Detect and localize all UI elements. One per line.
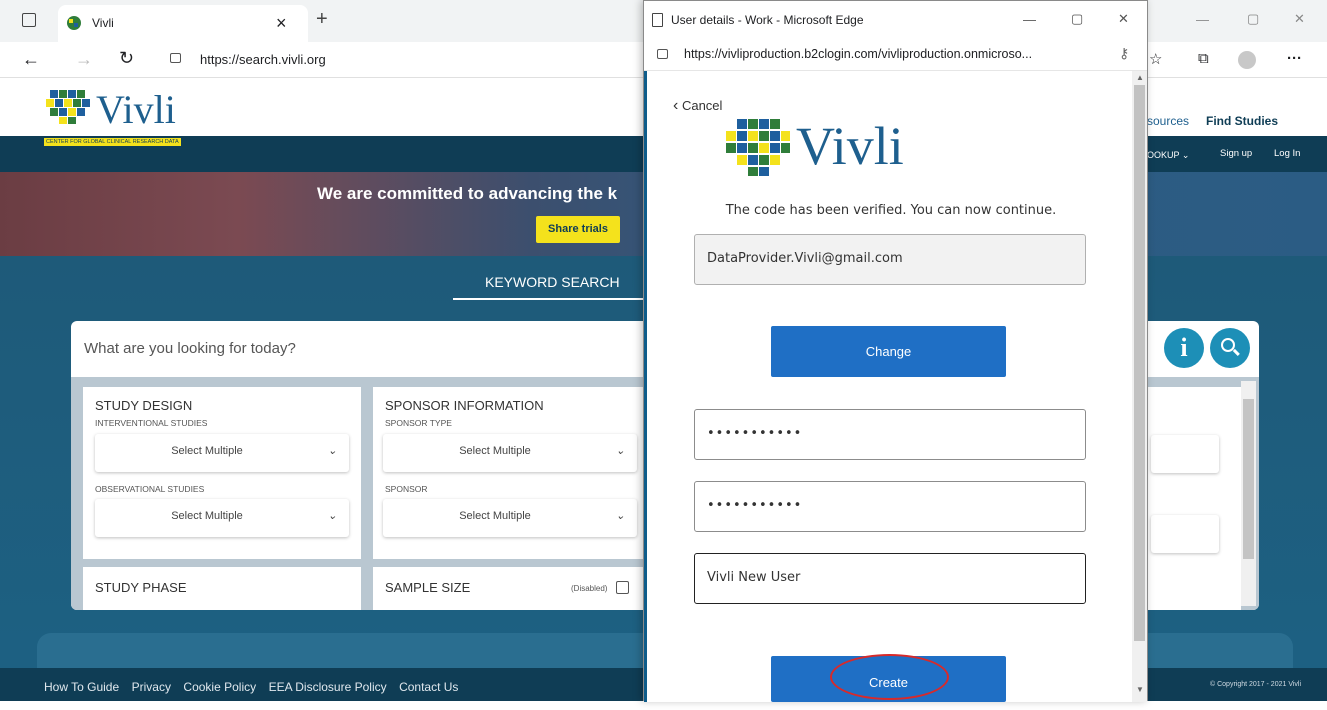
interventional-select[interactable]: Select Multiple ⌄ (95, 434, 349, 472)
sponsor-select[interactable]: Select Multiple ⌄ (383, 499, 637, 537)
vivli-favicon-icon (67, 16, 81, 30)
verified-message: The code has been verified. You can now … (725, 203, 1057, 218)
cancel-label: Cancel (681, 98, 723, 113)
info-icon[interactable]: i (1164, 328, 1204, 368)
back-icon[interactable]: ← (22, 49, 40, 70)
display-name-field[interactable]: Vivli New User (694, 553, 1086, 604)
change-button[interactable]: Change (771, 326, 1006, 377)
filter-right-select[interactable] (1151, 515, 1219, 553)
footer-link-how-to[interactable]: How To Guide (44, 680, 119, 694)
confirm-password-field[interactable]: ••••••••••• (694, 481, 1086, 532)
create-highlight-ring (830, 654, 949, 700)
page-icon (652, 13, 663, 27)
filter-right-column (1141, 387, 1241, 610)
chevron-down-icon: ⌄ (327, 445, 337, 457)
sponsor-type-label: SPONSOR TYPE (385, 418, 452, 428)
study-phase-title: STUDY PHASE (95, 580, 187, 595)
address-bar-url[interactable]: https://search.vivli.org (200, 52, 326, 67)
cancel-link[interactable]: ‹ Cancel (673, 97, 722, 115)
email-field: DataProvider.Vivli@gmail.com (694, 234, 1086, 285)
popup-address-bar: https://vivliproduction.b2clogin.com/viv… (644, 39, 1147, 71)
window-minimize-icon[interactable]: — (1196, 12, 1209, 27)
observational-select[interactable]: Select Multiple ⌄ (95, 499, 349, 537)
filters-scrollbar[interactable] (1241, 381, 1256, 606)
popup-minimize-icon[interactable]: — (1023, 12, 1036, 27)
footer-link-cookie[interactable]: Cookie Policy (183, 680, 256, 694)
nav-resources[interactable]: sources (1147, 114, 1189, 128)
copyright: © Copyright 2017 - 2021 Vivli (1210, 681, 1302, 688)
popup-vivli-logo-icon (726, 119, 790, 176)
search-input[interactable]: What are you looking for today? (84, 340, 296, 357)
profile-avatar[interactable] (1238, 51, 1256, 69)
scroll-thumb[interactable] (1134, 85, 1145, 641)
chevron-left-icon: ‹ (673, 97, 679, 114)
study-design-title: STUDY DESIGN (95, 398, 193, 413)
popup-content: ‹ Cancel Vivli The code has been verifie… (644, 71, 1132, 702)
window-maximize-icon[interactable]: ▢ (1247, 11, 1259, 27)
observational-label: OBSERVATIONAL STUDIES (95, 484, 205, 494)
chevron-down-icon: ⌄ (615, 510, 625, 522)
popup-window-title: User details - Work - Microsoft Edge (671, 13, 864, 27)
nav-sign-up[interactable]: Sign up (1220, 148, 1252, 159)
sponsor-label: SPONSOR (385, 484, 428, 494)
share-trials-button[interactable]: Share trials (536, 216, 620, 243)
tab-close-icon[interactable]: × (276, 13, 287, 34)
window-close-icon[interactable]: ✕ (1294, 11, 1305, 27)
popup-window: User details - Work - Microsoft Edge — ▢… (643, 0, 1148, 702)
popup-close-icon[interactable]: ✕ (1118, 11, 1129, 27)
filter-right-select[interactable] (1151, 435, 1219, 473)
popup-logo-text: Vivli (796, 116, 904, 176)
interventional-label: INTERVENTIONAL STUDIES (95, 418, 208, 428)
more-icon[interactable]: ··· (1287, 50, 1302, 67)
nav-find-studies[interactable]: Find Studies (1206, 114, 1278, 128)
lock-icon[interactable] (170, 53, 181, 63)
filter-study-phase: STUDY PHASE (83, 567, 361, 610)
browser-tab[interactable]: Vivli × (58, 5, 308, 42)
footer-link-contact[interactable]: Contact Us (399, 680, 458, 694)
new-tab-icon[interactable]: + (316, 8, 328, 31)
vivli-logo-icon[interactable] (44, 86, 96, 126)
filter-study-design: STUDY DESIGN INTERVENTIONAL STUDIES Sele… (83, 387, 361, 559)
keyword-tab-underline (453, 298, 643, 300)
tab-title: Vivli (92, 16, 114, 30)
sample-size-disabled-label: (Disabled) (571, 584, 608, 593)
popup-url: https://vivliproduction.b2clogin.com/viv… (684, 47, 1033, 61)
tab-actions-icon[interactable] (22, 13, 36, 27)
refresh-icon[interactable]: ↻ (119, 48, 134, 69)
nav-lookup[interactable]: OOKUP ⌄ (1147, 150, 1189, 161)
filter-sample-size: SAMPLE SIZE (Disabled) (373, 567, 643, 610)
chevron-down-icon: ⌄ (327, 510, 337, 522)
footer-link-privacy[interactable]: Privacy (132, 680, 171, 694)
popup-title-bar: User details - Work - Microsoft Edge — ▢… (644, 1, 1147, 39)
scroll-down-icon[interactable]: ▼ (1136, 685, 1144, 694)
popup-key-icon[interactable]: ⚷ (1119, 45, 1129, 62)
hero-text: We are committed to advancing the k (317, 184, 618, 203)
chevron-down-icon: ⌄ (615, 445, 625, 457)
logo-tagline: CENTER FOR GLOBAL CLINICAL RESEARCH DATA (44, 138, 181, 146)
favorites-icon[interactable]: ☆ (1149, 50, 1162, 68)
nav-log-in[interactable]: Log In (1274, 148, 1300, 159)
popup-scrollbar[interactable]: ▲ ▼ (1132, 71, 1147, 702)
footer-link-eea[interactable]: EEA Disclosure Policy (269, 680, 387, 694)
sponsor-type-select[interactable]: Select Multiple ⌄ (383, 434, 637, 472)
site-logo-text[interactable]: Vivli (96, 86, 176, 133)
popup-maximize-icon[interactable]: ▢ (1071, 11, 1083, 27)
password-field[interactable]: ••••••••••• (694, 409, 1086, 460)
filter-sponsor: SPONSOR INFORMATION SPONSOR TYPE Select … (373, 387, 643, 559)
search-icon[interactable] (1210, 328, 1250, 368)
forward-icon: → (75, 49, 93, 69)
tab-keyword-search[interactable]: KEYWORD SEARCH (485, 274, 620, 290)
sponsor-title: SPONSOR INFORMATION (385, 398, 544, 413)
sample-size-title: SAMPLE SIZE (385, 580, 471, 595)
collections-icon[interactable]: ⧉ (1198, 50, 1209, 67)
scroll-up-icon[interactable]: ▲ (1136, 73, 1144, 82)
popup-lock-icon (657, 49, 668, 59)
sample-size-checkbox[interactable] (616, 581, 629, 594)
